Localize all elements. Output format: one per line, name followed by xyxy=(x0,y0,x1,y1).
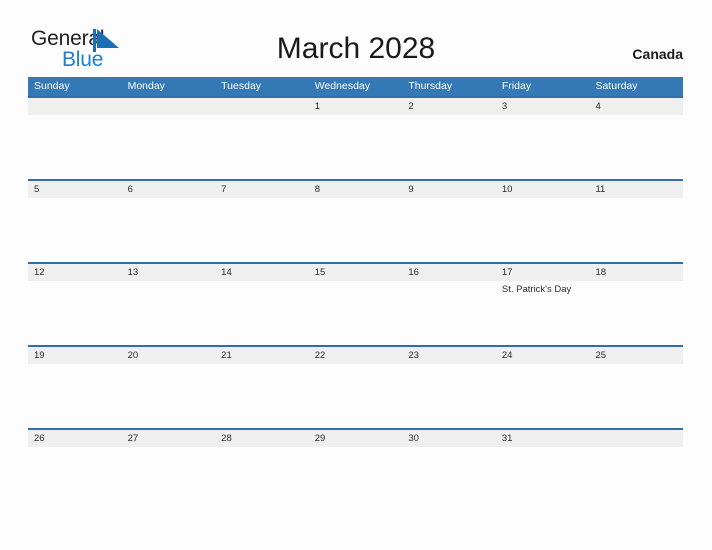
calendar-week-row: 19 20 21 22 23 24 25 xyxy=(28,345,683,428)
day-cell[interactable] xyxy=(402,198,496,262)
day-cell[interactable] xyxy=(589,115,683,179)
day-cell[interactable] xyxy=(309,198,403,262)
day-number[interactable]: 6 xyxy=(122,181,216,198)
day-cell[interactable] xyxy=(496,447,590,511)
day-number[interactable]: 1 xyxy=(309,98,403,115)
day-number[interactable]: 29 xyxy=(309,430,403,447)
day-cell[interactable] xyxy=(496,115,590,179)
page-header: General Blue March 2028 Canada xyxy=(0,0,712,76)
day-number[interactable]: 27 xyxy=(122,430,216,447)
day-number[interactable]: 23 xyxy=(402,347,496,364)
day-number[interactable]: 28 xyxy=(215,430,309,447)
week-date-strip: 19 20 21 22 23 24 25 xyxy=(28,345,683,364)
calendar-week-row: 26 27 28 29 30 31 xyxy=(28,428,683,511)
day-number[interactable] xyxy=(215,98,309,115)
day-number[interactable] xyxy=(589,430,683,447)
day-number[interactable]: 5 xyxy=(28,181,122,198)
day-number[interactable]: 19 xyxy=(28,347,122,364)
week-date-strip: 5 6 7 8 9 10 11 xyxy=(28,179,683,198)
weekday-header-sunday: Sunday xyxy=(34,80,70,92)
day-cell[interactable] xyxy=(215,447,309,511)
weekday-header-monday: Monday xyxy=(127,80,165,92)
week-date-strip: 1 2 3 4 xyxy=(28,96,683,115)
day-cell[interactable] xyxy=(402,115,496,179)
week-date-strip: 12 13 14 15 16 17 18 xyxy=(28,262,683,281)
weekday-header-tuesday: Tuesday xyxy=(221,80,262,92)
day-number[interactable]: 21 xyxy=(215,347,309,364)
day-cell[interactable] xyxy=(309,364,403,428)
day-cell[interactable] xyxy=(496,198,590,262)
weekday-header-thursday: Thursday xyxy=(408,80,453,92)
calendar-page: General Blue March 2028 Canada Sunday Mo… xyxy=(0,0,712,550)
day-cell[interactable] xyxy=(122,364,216,428)
day-number[interactable]: 30 xyxy=(402,430,496,447)
day-cell[interactable] xyxy=(309,447,403,511)
weekday-header-friday: Friday xyxy=(501,80,532,92)
day-cell[interactable] xyxy=(122,198,216,262)
day-number[interactable]: 17 xyxy=(496,264,590,281)
weekday-header-wednesday: Wednesday xyxy=(314,80,370,92)
day-number[interactable]: 7 xyxy=(215,181,309,198)
day-number[interactable] xyxy=(28,98,122,115)
day-number[interactable]: 9 xyxy=(402,181,496,198)
day-number[interactable]: 31 xyxy=(496,430,590,447)
day-cell[interactable] xyxy=(589,447,683,511)
day-cell[interactable] xyxy=(215,281,309,345)
day-number[interactable]: 26 xyxy=(28,430,122,447)
day-cell[interactable] xyxy=(402,364,496,428)
day-cell[interactable] xyxy=(215,364,309,428)
calendar-grid: Sunday Monday Tuesday Wednesday Thursday… xyxy=(28,77,683,511)
day-cell[interactable] xyxy=(122,281,216,345)
week-body-row xyxy=(28,198,683,262)
day-cell[interactable] xyxy=(28,115,122,179)
day-number[interactable]: 20 xyxy=(122,347,216,364)
day-number[interactable] xyxy=(122,98,216,115)
weekday-header-saturday: Saturday xyxy=(595,80,638,92)
day-number[interactable]: 18 xyxy=(589,264,683,281)
day-number[interactable]: 14 xyxy=(215,264,309,281)
day-number[interactable]: 11 xyxy=(589,181,683,198)
day-cell[interactable] xyxy=(28,281,122,345)
calendar-week-row: 12 13 14 15 16 17 18 St. Patrick's Day xyxy=(28,262,683,345)
day-cell[interactable] xyxy=(28,198,122,262)
day-number[interactable]: 10 xyxy=(496,181,590,198)
day-cell[interactable] xyxy=(215,198,309,262)
week-body-row: St. Patrick's Day xyxy=(28,281,683,345)
week-body-row xyxy=(28,115,683,179)
day-event: St. Patrick's Day xyxy=(501,284,572,295)
week-date-strip: 26 27 28 29 30 31 xyxy=(28,428,683,447)
day-number[interactable]: 22 xyxy=(309,347,403,364)
calendar-week-row: 1 2 3 4 xyxy=(28,96,683,179)
day-cell[interactable] xyxy=(589,281,683,345)
day-number[interactable]: 13 xyxy=(122,264,216,281)
day-cell[interactable] xyxy=(589,364,683,428)
day-cell[interactable] xyxy=(496,364,590,428)
day-cell[interactable] xyxy=(28,447,122,511)
day-cell[interactable] xyxy=(28,364,122,428)
day-cell[interactable] xyxy=(402,447,496,511)
day-number[interactable]: 25 xyxy=(589,347,683,364)
day-number[interactable]: 2 xyxy=(402,98,496,115)
day-cell[interactable] xyxy=(402,281,496,345)
day-cell-holiday[interactable]: St. Patrick's Day xyxy=(496,281,590,345)
day-number[interactable]: 4 xyxy=(589,98,683,115)
day-number[interactable]: 12 xyxy=(28,264,122,281)
day-number[interactable]: 24 xyxy=(496,347,590,364)
week-body-row xyxy=(28,364,683,428)
day-number[interactable]: 8 xyxy=(309,181,403,198)
day-cell[interactable] xyxy=(215,115,309,179)
region-label: Canada xyxy=(632,46,683,62)
day-cell[interactable] xyxy=(122,447,216,511)
day-number[interactable]: 3 xyxy=(496,98,590,115)
calendar-week-row: 5 6 7 8 9 10 11 xyxy=(28,179,683,262)
day-cell[interactable] xyxy=(589,198,683,262)
day-number[interactable]: 16 xyxy=(402,264,496,281)
week-body-row xyxy=(28,447,683,511)
page-title: March 2028 xyxy=(276,32,436,65)
day-cell[interactable] xyxy=(309,115,403,179)
day-cell[interactable] xyxy=(122,115,216,179)
weekday-header-row: Sunday Monday Tuesday Wednesday Thursday… xyxy=(28,77,683,96)
day-cell[interactable] xyxy=(309,281,403,345)
day-number[interactable]: 15 xyxy=(309,264,403,281)
